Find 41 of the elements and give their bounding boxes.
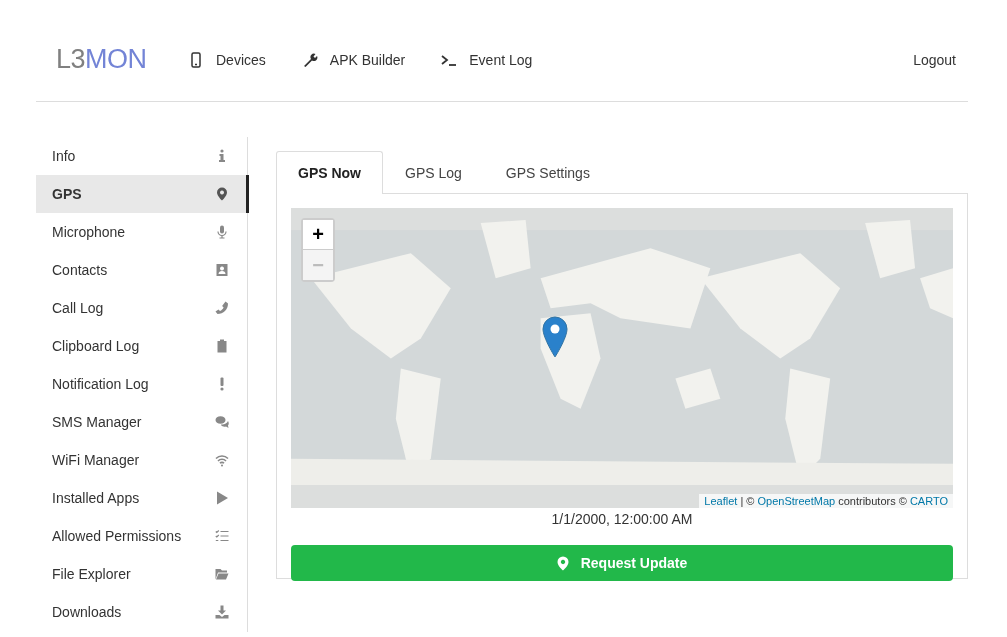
- download-icon: [215, 605, 229, 619]
- tab[interactable]: GPS Now: [276, 151, 383, 194]
- nav-link[interactable]: APK Builder: [301, 51, 406, 68]
- play-icon: [215, 491, 229, 505]
- microphone-icon: [215, 225, 229, 239]
- sidebar-item[interactable]: Installed Apps: [36, 479, 247, 517]
- sidebar-item[interactable]: GPS: [36, 175, 249, 213]
- logo[interactable]: L3MON: [56, 44, 188, 75]
- contact-card-icon: [215, 263, 229, 277]
- map-pin-icon: [215, 187, 229, 201]
- sidebar-item[interactable]: Clipboard Log: [36, 327, 247, 365]
- sidebar-item[interactable]: Microphone: [36, 213, 247, 251]
- sidebar-item[interactable]: Info: [36, 137, 247, 175]
- zoom-in-button[interactable]: +: [303, 220, 333, 250]
- chat-bubbles-icon: [215, 415, 229, 429]
- clipboard-icon: [215, 339, 229, 353]
- checklist-icon: [215, 529, 229, 543]
- map-pin-icon: [556, 555, 569, 571]
- sidebar-item[interactable]: File Explorer: [36, 555, 247, 593]
- tab[interactable]: GPS Log: [383, 151, 484, 194]
- logout-link[interactable]: Logout: [913, 51, 956, 68]
- attribution-link[interactable]: OpenStreetMap: [757, 495, 836, 507]
- mobile-phone-icon: [188, 51, 204, 68]
- tab[interactable]: GPS Settings: [483, 151, 612, 194]
- wifi-icon: [215, 453, 229, 467]
- map-pin-icon[interactable]: [542, 316, 568, 358]
- sidebar-item[interactable]: Contacts: [36, 251, 247, 289]
- nav-link[interactable]: Event Log: [441, 51, 533, 68]
- nav-link[interactable]: Devices: [188, 51, 266, 68]
- folder-icon: [215, 567, 229, 581]
- sidebar-item[interactable]: Allowed Permissions: [36, 517, 247, 555]
- phone-icon: [215, 301, 229, 315]
- timestamp: 1/1/2000, 12:00:00 AM: [550, 511, 694, 529]
- map-attribution: Leaflet | © OpenStreetMap contributors © CARTO: [699, 494, 953, 508]
- sidebar-item[interactable]: WiFi Manager: [36, 441, 247, 479]
- attribution-link[interactable]: Leaflet: [704, 495, 738, 507]
- attribution-link[interactable]: CARTO: [909, 495, 948, 507]
- sidebar-item[interactable]: Downloads: [36, 593, 247, 631]
- sidebar-item[interactable]: Notification Log: [36, 365, 247, 403]
- sidebar-item[interactable]: Call Log: [36, 289, 247, 327]
- sidebar-item[interactable]: SMS Manager: [36, 403, 247, 441]
